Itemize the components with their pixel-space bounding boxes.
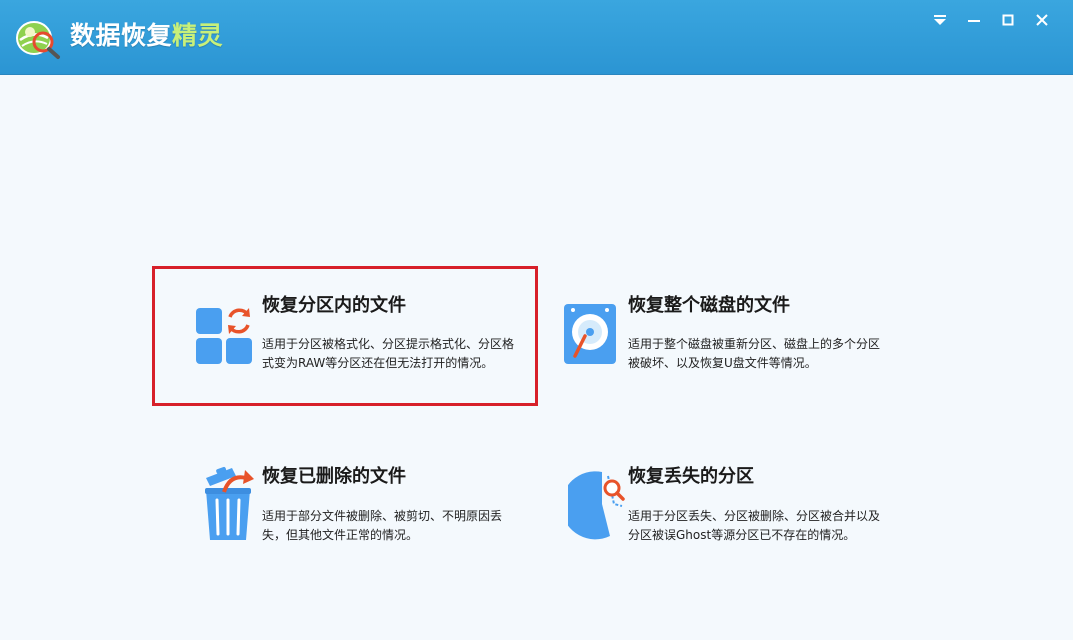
title-bar: 数据恢复精灵 <box>0 0 1073 75</box>
option-restore-whole-disk[interactable]: 恢复整个磁盘的文件 适用于整个磁盘被重新分区、磁盘上的多个分区被破坏、以及恢复U… <box>560 272 900 400</box>
app-logo-icon <box>14 16 66 60</box>
recycle-bin-icon <box>202 464 258 542</box>
option-title: 恢复已删除的文件 <box>262 466 406 487</box>
option-title: 恢复丢失的分区 <box>628 466 754 487</box>
app-title-main: 数据恢复 <box>70 21 173 50</box>
close-button[interactable] <box>1025 8 1059 32</box>
minimize-button[interactable] <box>957 8 991 32</box>
partition-restore-icon <box>194 302 256 366</box>
dropdown-menu-button[interactable] <box>923 8 957 32</box>
option-description: 适用于分区丢失、分区被删除、分区被合并以及分区被误Ghost等源分区已不存在的情… <box>628 509 881 542</box>
option-restore-lost-partition[interactable]: 恢复丢失的分区 适用于分区丢失、分区被删除、分区被合并以及分区被误Ghost等源… <box>560 444 900 572</box>
hard-disk-icon <box>563 302 617 366</box>
minimize-icon <box>968 20 980 22</box>
option-title: 恢复整个磁盘的文件 <box>628 295 790 316</box>
option-description: 适用于分区被格式化、分区提示格式化、分区格式变为RAW等分区还在但无法打开的情况… <box>262 337 515 370</box>
maximize-button[interactable] <box>991 8 1025 32</box>
option-description: 适用于部分文件被删除、被剪切、不明原因丢失，但其他文件正常的情况。 <box>262 509 503 542</box>
lost-partition-search-icon <box>561 466 626 540</box>
dropdown-menu-icon <box>934 15 946 25</box>
window-controls <box>923 8 1059 32</box>
app-title-accent: 精灵 <box>172 21 224 50</box>
option-restore-deleted-files[interactable]: 恢复已删除的文件 适用于部分文件被删除、被剪切、不明原因丢失，但其他文件正常的情… <box>158 444 532 572</box>
maximize-icon <box>1002 14 1014 26</box>
close-icon <box>1036 14 1048 26</box>
option-description: 适用于整个磁盘被重新分区、磁盘上的多个分区被破坏、以及恢复U盘文件等情况。 <box>628 337 881 370</box>
option-title: 恢复分区内的文件 <box>262 295 406 316</box>
app-title: 数据恢复精灵 <box>70 20 223 52</box>
option-restore-partition-files[interactable]: 恢复分区内的文件 适用于分区被格式化、分区提示格式化、分区格式变为RAW等分区还… <box>158 272 532 400</box>
